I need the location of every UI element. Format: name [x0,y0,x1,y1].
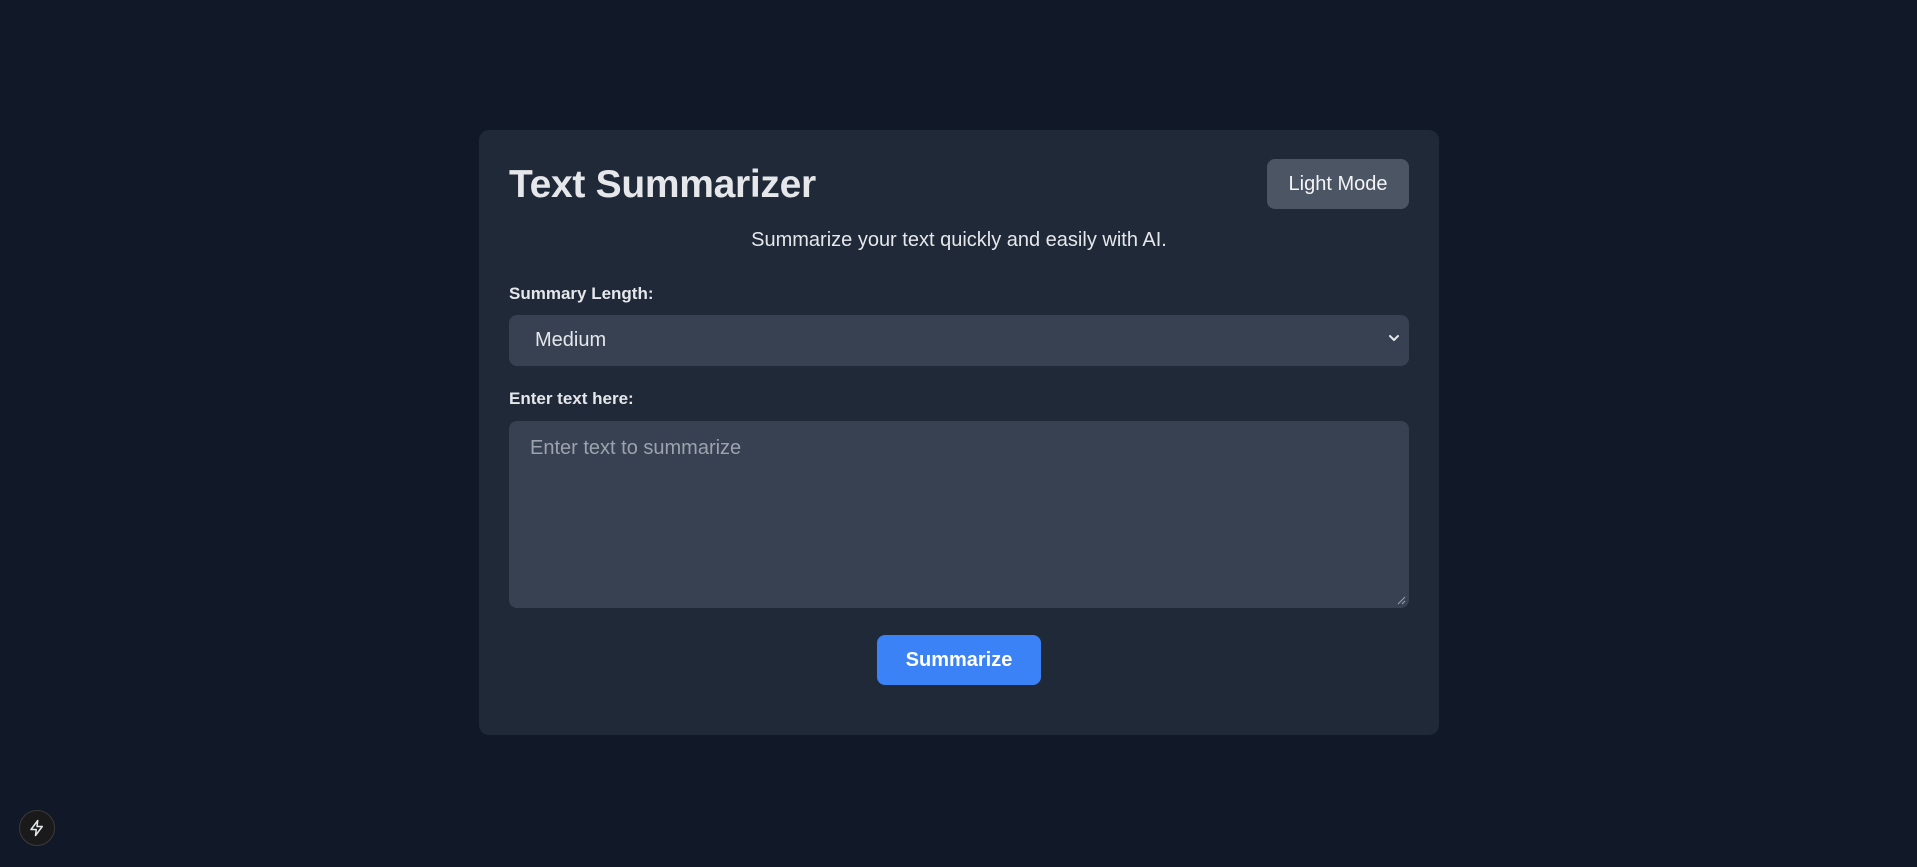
page-title: Text Summarizer [509,163,816,206]
actions-row: Summarize [509,635,1409,685]
text-input-label: Enter text here: [509,389,634,408]
summarize-button[interactable]: Summarize [877,635,1041,685]
text-input-area[interactable]: Enter text to summarize [509,421,1409,608]
text-input-placeholder: Enter text to summarize [530,437,742,459]
resize-grip-icon[interactable] [1397,596,1406,605]
summarizer-card: Text Summarizer Light Mode Summarize you… [479,130,1439,735]
dev-tools-button[interactable] [19,810,55,846]
summary-length-label: Summary Length: [509,284,654,303]
light-mode-toggle-button[interactable]: Light Mode [1267,159,1409,209]
card-header: Text Summarizer Light Mode [509,159,1409,210]
chevron-down-icon [1389,335,1399,341]
summary-length-select[interactable]: Medium [509,315,1409,366]
summary-length-selected-value: Medium [535,329,607,351]
page-subtitle: Summarize your text quickly and easily w… [751,229,1167,251]
lightning-icon [30,819,43,837]
